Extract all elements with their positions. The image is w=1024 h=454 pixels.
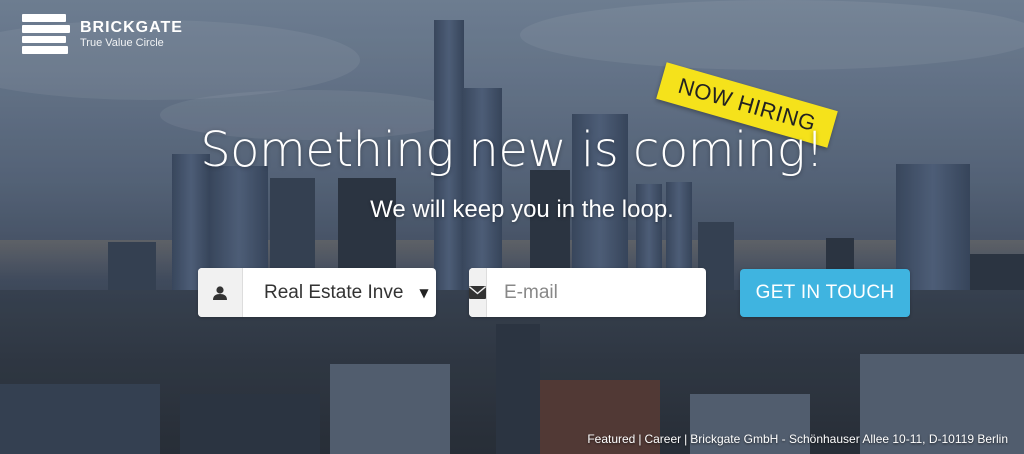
chevron-down-icon: ▼: [419, 285, 429, 300]
footer-link-featured[interactable]: Featured: [587, 432, 635, 446]
page-subheadline: We will keep you in the loop.: [370, 196, 674, 223]
role-select-value: Real Estate Inve: [264, 281, 404, 303]
role-select[interactable]: Real Estate Inve ▼: [198, 268, 436, 317]
brickgate-logo-icon: [22, 14, 70, 54]
brand-logo[interactable]: BRICKGATE True Value Circle: [22, 14, 183, 54]
envelope-icon: [469, 268, 487, 317]
brand-tagline: True Value Circle: [80, 37, 164, 49]
email-field-group: [469, 268, 706, 317]
brand-name: BRICKGATE: [80, 19, 183, 36]
footer-address: Brickgate GmbH - Schönhauser Allee 10-11…: [690, 432, 1008, 446]
page-headline: Something new is coming!: [200, 122, 824, 178]
email-input[interactable]: [487, 268, 706, 317]
footer-link-career[interactable]: Career: [644, 432, 681, 446]
get-in-touch-button[interactable]: GET IN TOUCH: [740, 269, 910, 317]
footer: Featured | Career | Brickgate GmbH - Schönha…: [587, 432, 1008, 446]
user-icon: [198, 268, 243, 317]
background-overlay: [0, 0, 1024, 454]
